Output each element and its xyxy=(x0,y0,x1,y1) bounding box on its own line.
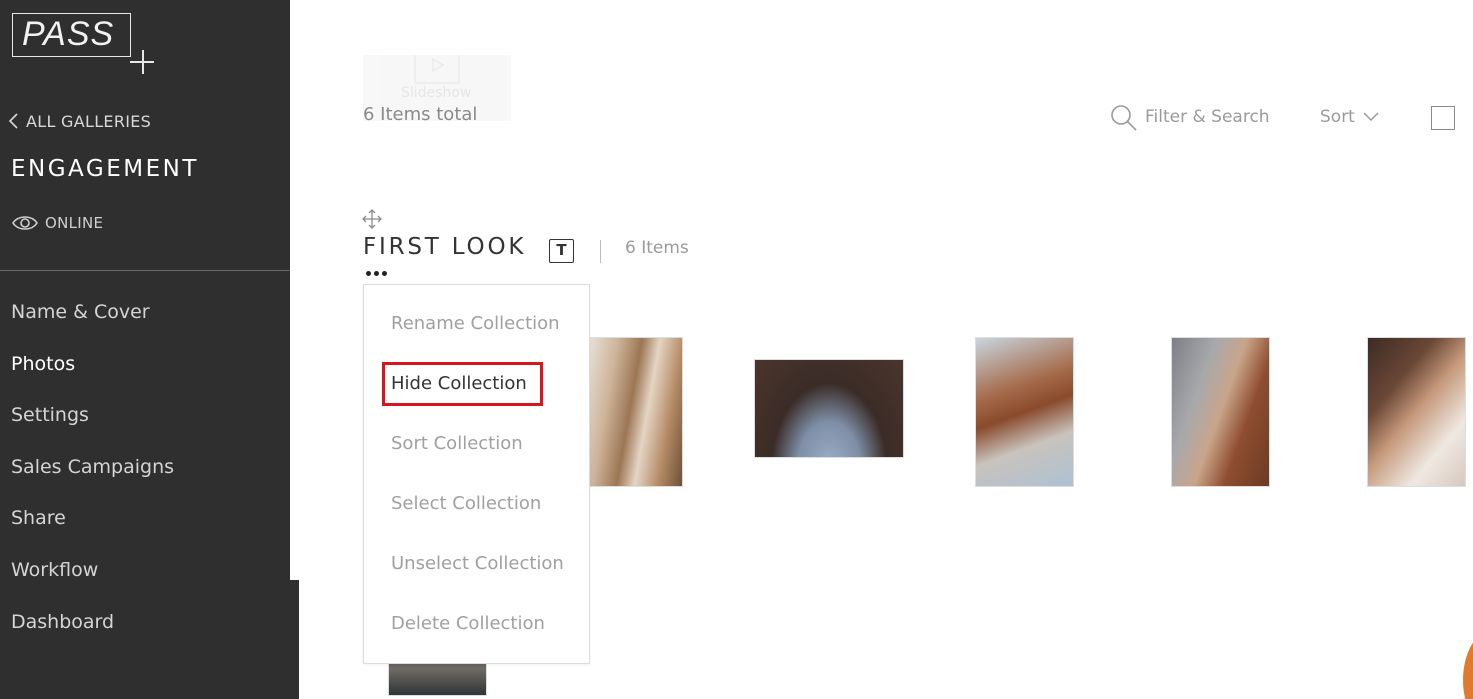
photo-thumbnail-2[interactable] xyxy=(754,359,904,458)
chat-launcher-button[interactable] xyxy=(1463,630,1473,699)
sort-dropdown[interactable]: Sort xyxy=(1320,107,1379,127)
collection-options-menu: Rename Collection Hide Collection Sort C… xyxy=(363,284,590,664)
menu-item-delete-collection[interactable]: Delete Collection xyxy=(391,613,545,634)
logo-plus-v xyxy=(142,50,144,74)
sort-label: Sort xyxy=(1320,107,1355,127)
filter-search-button[interactable]: Filter & Search xyxy=(1109,103,1270,131)
menu-item-hide-collection[interactable]: Hide Collection xyxy=(391,373,527,394)
menu-item-sort-collection[interactable]: Sort Collection xyxy=(391,433,523,454)
pass-logo[interactable]: PASS xyxy=(12,13,154,74)
sidebar-item-settings[interactable]: Settings xyxy=(11,400,174,452)
chevron-left-icon xyxy=(8,113,18,129)
status-label: ONLINE xyxy=(45,214,104,232)
sidebar-item-name-cover[interactable]: Name & Cover xyxy=(11,297,174,349)
menu-item-unselect-collection[interactable]: Unselect Collection xyxy=(391,553,564,574)
sidebar-item-sales-campaigns[interactable]: Sales Campaigns xyxy=(11,452,174,504)
collection-item-count: 6 Items xyxy=(625,238,689,258)
sidebar-nav: Name & Cover Photos Settings Sales Campa… xyxy=(11,297,174,658)
sidebar-scrollbar[interactable] xyxy=(290,0,299,580)
all-galleries-label: ALL GALLERIES xyxy=(26,111,152,131)
eye-icon xyxy=(12,216,38,230)
items-total: 6 Items total xyxy=(363,104,478,125)
collection-title: FIRST LOOK xyxy=(363,234,527,260)
text-format-button[interactable]: T xyxy=(549,239,574,263)
sidebar: PASS ALL GALLERIES ENGAGEMENT ONLINE Nam… xyxy=(0,0,299,699)
all-galleries-link[interactable]: ALL GALLERIES xyxy=(4,110,151,132)
photo-thumbnail-4[interactable] xyxy=(1171,337,1270,487)
search-icon xyxy=(1111,105,1137,131)
slideshow-label: Slideshow xyxy=(401,85,472,101)
sidebar-item-share[interactable]: Share xyxy=(11,503,174,555)
sidebar-item-workflow[interactable]: Workflow xyxy=(11,555,174,607)
photo-thumbnail-5[interactable] xyxy=(1367,337,1466,487)
menu-item-select-collection[interactable]: Select Collection xyxy=(391,493,541,514)
photo-thumbnail-1[interactable] xyxy=(588,337,683,487)
gallery-status-toggle[interactable]: ONLINE xyxy=(11,212,103,234)
header-separator xyxy=(600,240,601,263)
filter-search-label: Filter & Search xyxy=(1145,107,1270,127)
more-options-icon[interactable] xyxy=(366,268,390,278)
logo-text: PASS xyxy=(22,15,115,53)
sidebar-item-dashboard[interactable]: Dashboard xyxy=(11,607,174,659)
menu-item-rename-collection[interactable]: Rename Collection xyxy=(391,313,560,334)
play-icon xyxy=(414,55,460,84)
gallery-title: ENGAGEMENT xyxy=(11,156,199,182)
photo-thumbnail-3[interactable] xyxy=(975,337,1074,487)
sidebar-item-photos[interactable]: Photos xyxy=(11,349,174,401)
chevron-down-icon xyxy=(1363,112,1379,122)
sidebar-divider xyxy=(0,270,290,271)
select-all-checkbox[interactable] xyxy=(1431,106,1455,130)
move-icon[interactable] xyxy=(361,208,383,230)
